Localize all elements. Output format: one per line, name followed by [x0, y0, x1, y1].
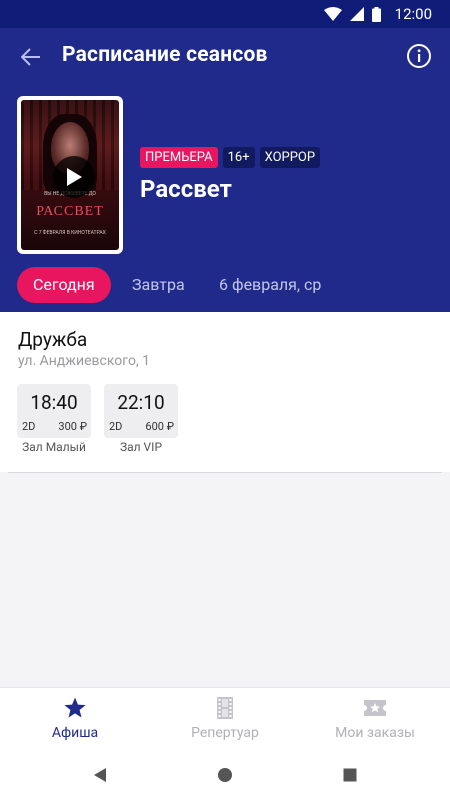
cinema-name: Дружба: [18, 328, 88, 351]
status-bar: 12:00: [0, 0, 450, 28]
session-hall: Зал Малый: [22, 440, 86, 454]
nav-my-orders[interactable]: Мои заказы: [300, 688, 450, 750]
tab-date[interactable]: 6 февраля, ср: [219, 267, 321, 303]
back-button[interactable]: [16, 42, 46, 72]
session-format: 2D: [22, 420, 36, 433]
info-button[interactable]: [406, 43, 432, 69]
session-price: 300 ₽: [58, 420, 87, 433]
divider: [8, 472, 442, 473]
ticket-icon: [364, 700, 386, 716]
nav-label: Мои заказы: [335, 725, 415, 741]
status-time: 12:00: [394, 5, 432, 23]
movie-badges: ПРЕМЬЕРА 16+ ХОРРОР: [140, 147, 321, 168]
tab-today[interactable]: Сегодня: [17, 267, 111, 303]
home-nav-icon[interactable]: [215, 765, 235, 785]
bottom-nav: Афиша Репертуар Мои заказы: [0, 687, 450, 749]
signal-icon: [349, 7, 364, 21]
nav-label: Репертуар: [191, 725, 259, 741]
genre-badge: ХОРРОР: [259, 147, 321, 168]
cinema-address: ул. Анджиевского, 1: [18, 353, 151, 369]
play-trailer-button[interactable]: [53, 156, 95, 198]
play-icon: [67, 168, 82, 186]
age-rating-badge: 16+: [222, 147, 255, 168]
page-title: Расписание сеансов: [62, 43, 268, 67]
date-tabs: Сегодня Завтра 6 февраля, ср: [0, 267, 450, 303]
session-format: 2D: [109, 420, 123, 433]
system-nav-bar: [0, 749, 450, 800]
session-time: 22:10: [117, 391, 165, 414]
nav-repertoire[interactable]: Репертуар: [150, 688, 300, 750]
header: Расписание сеансов ВЫ НЕ ДОЖИВЕТЕ ДО РАС…: [0, 28, 450, 312]
star-icon: [64, 697, 86, 718]
session-hall: Зал VIP: [119, 440, 163, 454]
recents-nav-icon[interactable]: [340, 765, 360, 785]
film-icon: [217, 697, 233, 719]
session-button[interactable]: 22:10 2D 600 ₽: [104, 384, 178, 438]
arrow-left-icon: [21, 48, 40, 66]
nav-label: Афиша: [51, 725, 99, 741]
session-time: 18:40: [30, 391, 78, 414]
movie-title: Рассвет: [140, 175, 232, 203]
back-nav-icon[interactable]: [90, 765, 110, 785]
movie-poster[interactable]: ВЫ НЕ ДОЖИВЕТЕ ДО РАССВЕТ С 7 ФЕВРАЛЯ В …: [17, 96, 123, 254]
cinema-card: Дружба ул. Анджиевского, 1 18:40 2D 300 …: [0, 312, 450, 472]
battery-icon: [371, 6, 381, 22]
session-button[interactable]: 18:40 2D 300 ₽: [17, 384, 91, 438]
wifi-icon: [323, 7, 342, 21]
app-bar: Расписание сеансов: [0, 28, 450, 86]
poster-image: ВЫ НЕ ДОЖИВЕТЕ ДО РАССВЕТ С 7 ФЕВРАЛЯ В …: [21, 100, 119, 250]
session-price: 600 ₽: [145, 420, 174, 433]
info-icon: [407, 44, 431, 68]
poster-title: РАССВЕТ: [36, 204, 104, 219]
nav-afisha[interactable]: Афиша: [0, 688, 150, 750]
tab-tomorrow[interactable]: Завтра: [132, 267, 185, 303]
poster-date: С 7 ФЕВРАЛЯ В КИНОТЕАТРАХ: [34, 230, 106, 236]
premiere-badge: ПРЕМЬЕРА: [140, 147, 218, 168]
